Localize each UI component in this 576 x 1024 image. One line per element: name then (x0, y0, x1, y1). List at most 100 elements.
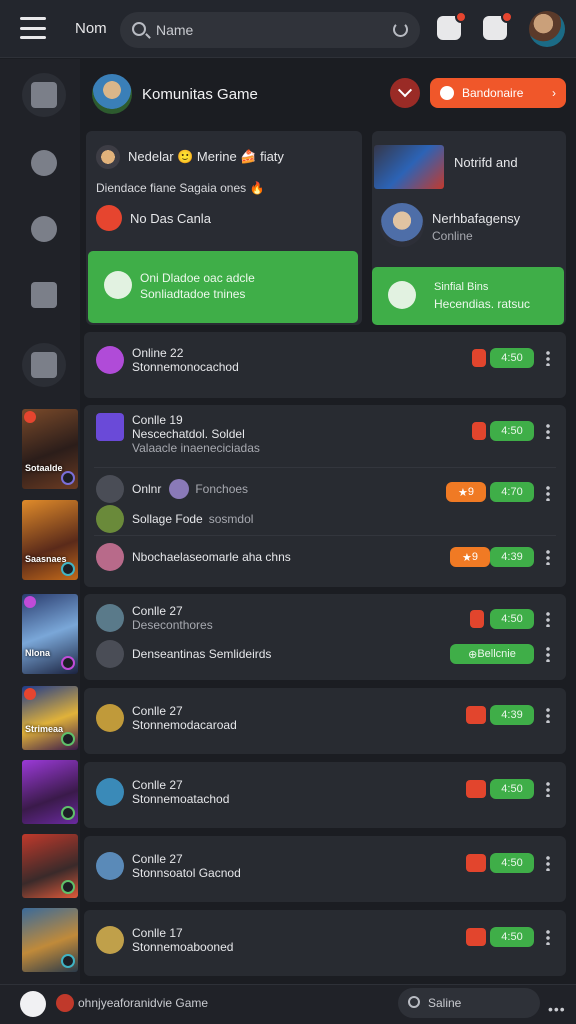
search-icon (132, 22, 146, 36)
user-status: Conline (432, 229, 473, 243)
banner-line-2: Sonliadtadoe tnines (140, 287, 246, 301)
search-rail-icon[interactable] (22, 141, 66, 185)
chat-icon[interactable] (437, 11, 467, 40)
activity-card: Nedelar 🙂 Merine 🍰 fiaty Diendace fiane … (86, 131, 362, 325)
star-badge: ★ 9 (446, 482, 486, 502)
time-badge: 4:39 (490, 547, 534, 567)
profile-avatar[interactable] (529, 11, 565, 47)
bottom-search-input[interactable]: Saline (398, 988, 540, 1018)
top-label: Nom (75, 20, 107, 37)
avatar (96, 505, 124, 533)
more-icon[interactable] (546, 549, 550, 565)
list-item[interactable]: Conlle 27 Stonnemoatachod 4:50 (84, 762, 566, 828)
game-thumb-4[interactable]: Strimeaa (22, 686, 78, 750)
avatar (96, 346, 124, 374)
item-title: Conlle 27 (132, 604, 183, 618)
item-title: Conlle 27 (132, 852, 183, 866)
item-sub: Stonnemoatachod (132, 792, 230, 806)
app-logo-icon[interactable] (20, 991, 46, 1017)
flag-icon (466, 928, 486, 946)
item-sub: Nescechatdol. Soldel (132, 427, 245, 441)
item-sub: Stonnemodacaroad (132, 718, 237, 732)
chevron-down-icon[interactable] (390, 78, 420, 108)
page-title: Komunitas Game (142, 86, 258, 103)
game-thumb-2[interactable]: Saasnaes (22, 500, 78, 580)
community-header: Komunitas Game Bandonaire › (84, 66, 572, 122)
refresh-icon[interactable] (393, 22, 408, 37)
item-title: Online 22 (132, 346, 184, 360)
time-badge: 4:50 (490, 779, 534, 799)
item-extra: Valaacle inaeneciciadas (132, 441, 260, 455)
more-icon[interactable] (546, 929, 550, 945)
item-sub: Stonnemoabooned (132, 940, 234, 954)
list-item[interactable]: Online 22 Stonnemonocachod 4:50 (84, 332, 566, 398)
tools-icon[interactable] (22, 273, 66, 317)
game-thumb-7[interactable] (22, 908, 78, 972)
avatar (96, 413, 124, 441)
tag-check-icon (104, 271, 132, 299)
more-horizontal-icon[interactable]: ••• (548, 1001, 566, 1017)
item-sub: Fonchoes (195, 482, 249, 496)
game-thumb-1[interactable]: Sotaalde (22, 409, 78, 489)
game-thumb-3[interactable]: Nlona (22, 594, 78, 674)
list-item[interactable]: Conlle 27 Stonnemodacaroad 4:39 (84, 688, 566, 754)
arrow-right-icon: › (552, 86, 556, 100)
time-badge: 4:50 (490, 927, 534, 947)
more-icon[interactable] (546, 611, 550, 627)
thumb-caption: Sotaalde (25, 463, 63, 473)
flag-icon (466, 780, 486, 798)
more-icon[interactable] (546, 423, 550, 439)
search-text: Name (156, 22, 194, 38)
avatar (169, 479, 190, 499)
list-item[interactable]: Conlle 17 Stonnemoabooned 4:50 (84, 910, 566, 976)
more-icon[interactable] (546, 855, 550, 871)
avatar (96, 852, 124, 880)
list-group: Conlle 27 Deseconthores 4:50 Denseantinas… (84, 594, 566, 680)
more-icon[interactable] (546, 781, 550, 797)
activity-desc: Diendace fiane Sagaia ones 🔥 (96, 181, 265, 195)
activity-line: Nedelar 🙂 Merine 🍰 fiaty (96, 145, 284, 169)
more-icon[interactable] (546, 350, 550, 366)
notification-card: Notrifd and Nerhbafagensy Conline Sinfia… (372, 131, 566, 325)
menu-icon[interactable] (20, 17, 46, 39)
avatar (96, 778, 124, 806)
item-sub: Stonnsoatol Gacnod (132, 866, 241, 880)
banner-line-1: Sinfial Bins (434, 281, 489, 293)
bandonaire-button[interactable]: Bandonaire › (430, 78, 566, 108)
item-title: Conlle 17 (132, 926, 183, 940)
folder-icon[interactable] (22, 343, 66, 387)
item-sub: sosmdol (208, 512, 254, 526)
search-input[interactable]: Name (120, 12, 420, 48)
verified-banner[interactable]: Sinfial Bins Hecendias. ratsuc (372, 267, 564, 325)
star-badge: ★ 9 (450, 547, 490, 567)
check-icon (96, 640, 124, 668)
join-banner[interactable]: Oni Dladoe oac adcle Sonliadtadoe tnines (88, 251, 358, 323)
thumb-caption: Saasnaes (25, 554, 67, 564)
notification-image (374, 145, 444, 189)
game-thumb-5[interactable] (22, 760, 78, 824)
item-title: Denseantinas Semlideirds (132, 647, 272, 661)
thumb-caption: Nlona (25, 648, 51, 658)
search-icon (408, 996, 420, 1008)
flag-icon (466, 706, 486, 724)
user-avatar[interactable] (380, 203, 424, 247)
bottom-bar: ohnjyeaforanidvie Game Saline ••• (0, 984, 576, 1024)
bottom-search-text: Saline (428, 996, 462, 1010)
item-sub: Deseconthores (132, 618, 213, 632)
top-bar: Nom Name (0, 0, 576, 58)
more-icon[interactable] (546, 707, 550, 723)
list-item[interactable]: Conlle 27 Stonnsoatol Gacnod 4:50 (84, 836, 566, 902)
avatar (96, 926, 124, 954)
inbox-icon[interactable] (483, 11, 513, 40)
notification-title: Notrifd and (454, 155, 518, 170)
game-thumb-6[interactable] (22, 834, 78, 898)
check-icon (388, 281, 416, 309)
time-badge: 4:50 (490, 609, 534, 629)
item-sub: Stonnemonocachod (132, 360, 239, 374)
more-icon[interactable] (546, 485, 550, 501)
tag-icon[interactable] (22, 207, 66, 251)
flag-icon (466, 854, 486, 872)
edit-icon[interactable] (22, 73, 66, 117)
flag-icon (470, 610, 484, 628)
more-icon[interactable] (546, 646, 550, 662)
